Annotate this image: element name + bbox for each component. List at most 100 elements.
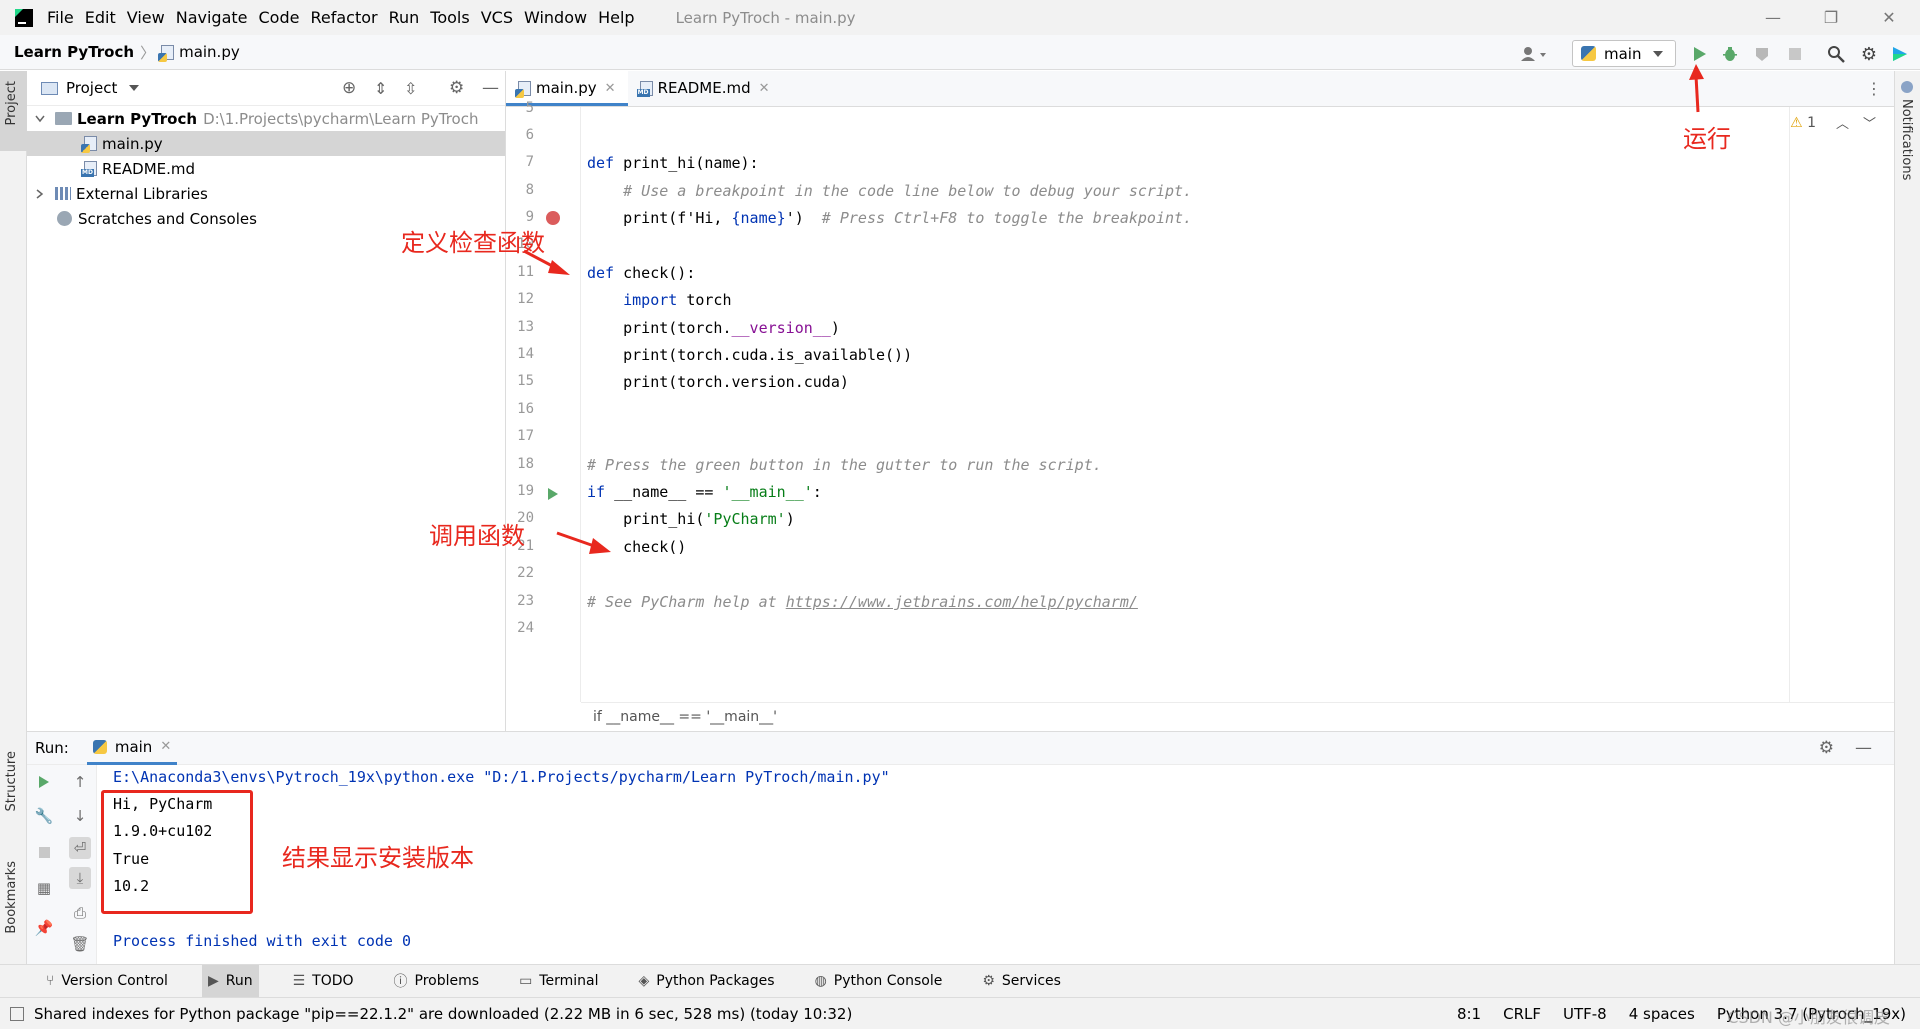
menu-help[interactable]: Help — [598, 8, 634, 27]
inspection-widget[interactable]: ⚠ 1 — [1790, 115, 1816, 131]
rerun-button[interactable] — [33, 771, 55, 793]
menu-view[interactable]: View — [127, 8, 165, 27]
run-tab-main[interactable]: main ✕ — [86, 732, 178, 765]
tool-terminal[interactable]: ▭ Terminal — [513, 965, 604, 998]
scratches-icon — [57, 211, 72, 226]
warning-icon: ⚠ — [1790, 115, 1803, 131]
tab-readme[interactable]: MD README.md ✕ — [628, 70, 782, 106]
close-tab-icon[interactable]: ✕ — [605, 81, 616, 96]
menu-refactor[interactable]: Refactor — [310, 8, 377, 27]
hide-panel-icon[interactable]: — — [1855, 738, 1872, 758]
file-encoding[interactable]: UTF-8 — [1563, 1005, 1607, 1023]
project-panel-title[interactable]: Project — [66, 79, 117, 97]
run-with-coverage-button[interactable] — [1752, 44, 1772, 64]
indent-setting[interactable]: 4 spaces — [1629, 1005, 1695, 1023]
trash-icon[interactable]: 🗑 — [69, 933, 91, 955]
line-separator[interactable]: CRLF — [1503, 1005, 1541, 1023]
close-tab-icon[interactable]: ✕ — [759, 81, 770, 96]
run-button[interactable] — [1690, 44, 1710, 64]
tool-python-packages[interactable]: ◈ Python Packages — [632, 965, 780, 998]
breadcrumb-file[interactable]: main.py — [179, 43, 240, 61]
previous-highlight-icon[interactable]: ︿ — [1836, 113, 1849, 132]
scroll-up-icon[interactable]: ↑ — [69, 771, 91, 793]
tab-label: main.py — [536, 79, 597, 97]
bookmarks-tool-tab[interactable]: Bookmarks — [4, 861, 19, 934]
terminal-icon: ▭ — [519, 973, 533, 989]
gear-icon[interactable]: ⚙ — [449, 78, 464, 98]
close-button[interactable]: ✕ — [1860, 0, 1918, 35]
annotation-result: 结果显示安装版本 — [282, 844, 474, 872]
menu-run[interactable]: Run — [389, 8, 420, 27]
menu-window[interactable]: Window — [524, 8, 587, 27]
chevron-down-icon — [1653, 50, 1664, 57]
caret-position[interactable]: 8:1 — [1457, 1005, 1481, 1023]
close-tab-icon[interactable]: ✕ — [160, 739, 171, 754]
tool-version-control[interactable]: ⑂ Version Control — [40, 965, 174, 998]
toggle-tool-windows-icon[interactable] — [10, 1006, 24, 1021]
stop-button[interactable] — [1785, 44, 1805, 64]
pin-icon[interactable]: 📌 — [33, 917, 55, 939]
jetbrains-toolbox-button[interactable] — [1890, 44, 1910, 64]
tab-label: README.md — [657, 79, 751, 97]
tool-run[interactable]: ▶ Run — [201, 964, 259, 998]
print-icon[interactable]: ⎙ — [69, 902, 91, 924]
run-gutter-icon[interactable] — [547, 487, 559, 501]
menu-navigate[interactable]: Navigate — [176, 8, 248, 27]
breakpoint-icon[interactable] — [546, 211, 560, 225]
debug-button[interactable] — [1720, 44, 1740, 64]
menu-file[interactable]: File — [47, 8, 74, 27]
menu-vcs[interactable]: VCS — [481, 8, 513, 27]
minimize-button[interactable]: — — [1744, 0, 1802, 35]
coverage-icon — [1756, 48, 1768, 61]
tool-services[interactable]: ⚙ Services — [976, 965, 1067, 998]
line-number: 13 — [517, 319, 534, 335]
run-configuration-select[interactable]: main — [1572, 40, 1676, 67]
tool-problems[interactable]: ⓘ Problems — [388, 965, 486, 998]
annotation-call: 调用函数 — [429, 522, 525, 550]
tree-item-label: main.py — [102, 134, 163, 153]
pycharm-logo-icon — [15, 8, 33, 27]
run-panel-label: Run: — [35, 739, 69, 757]
status-message[interactable]: Shared indexes for Python package "pip==… — [34, 1005, 852, 1023]
tree-item-external-libraries[interactable]: External Libraries — [27, 181, 505, 206]
menu-code[interactable]: Code — [259, 8, 300, 27]
code-editor[interactable]: def print_hi(name): # Use a breakpoint i… — [581, 107, 1894, 702]
restore-button[interactable]: ❐ — [1802, 0, 1860, 35]
tree-item-main-py[interactable]: main.py — [27, 131, 505, 156]
help-link[interactable]: https://www.jetbrains.com/help/pycharm/ — [786, 593, 1138, 611]
notifications-tool-tab[interactable]: Notifications — [1899, 99, 1914, 180]
chevron-down-icon[interactable] — [129, 85, 140, 91]
line-number: 23 — [517, 593, 534, 609]
status-bar: Shared indexes for Python package "pip==… — [0, 997, 1920, 1029]
editor-breadcrumb[interactable]: if __name__ == '__main__' — [581, 702, 1894, 730]
structure-tool-tab[interactable]: Structure — [4, 751, 19, 811]
line-numbers: 5 6 7 8 9 10 11 12 13 14 15 16 17 18 19 … — [506, 100, 581, 702]
locate-file-icon[interactable]: ⊕ — [342, 78, 356, 98]
tree-item-project-root[interactable]: Learn PyTroch D:\1.Projects\pycharm\Lear… — [27, 106, 505, 131]
menu-tools[interactable]: Tools — [430, 8, 469, 27]
next-highlight-icon[interactable]: ﹀ — [1863, 113, 1876, 132]
breadcrumb-project[interactable]: Learn PyTroch — [14, 43, 134, 61]
tool-todo[interactable]: ☰ TODO — [287, 965, 360, 998]
search-button[interactable] — [1826, 44, 1846, 64]
gear-icon[interactable]: ⚙ — [1819, 738, 1834, 758]
wrench-icon[interactable]: 🔧 — [33, 805, 55, 827]
expand-all-icon[interactable]: ⇕ — [374, 79, 387, 98]
account-icon[interactable] — [1518, 44, 1550, 64]
menu-edit[interactable]: Edit — [85, 8, 116, 27]
scroll-down-icon[interactable]: ↓ — [69, 805, 91, 827]
tool-python-console[interactable]: ◍ Python Console — [809, 965, 949, 998]
scroll-to-end-icon[interactable]: ⤓ — [69, 867, 91, 889]
project-tool-tab[interactable]: Project — [4, 81, 19, 125]
layout-icon[interactable]: ▦ — [33, 877, 55, 899]
output-highlight-box — [101, 790, 253, 914]
settings-button[interactable]: ⚙ — [1859, 44, 1879, 65]
soft-wrap-icon[interactable]: ⏎ — [69, 837, 91, 859]
tree-item-readme[interactable]: MD README.md — [27, 156, 505, 181]
stop-icon[interactable] — [33, 841, 55, 863]
tree-item-label: README.md — [102, 159, 196, 178]
code-line-8: # Use a breakpoint in the code line belo… — [587, 182, 1193, 200]
hide-panel-icon[interactable]: — — [482, 78, 499, 98]
collapse-all-icon[interactable]: ⇳ — [404, 79, 417, 98]
more-options-icon[interactable]: ⋮ — [1866, 79, 1882, 98]
